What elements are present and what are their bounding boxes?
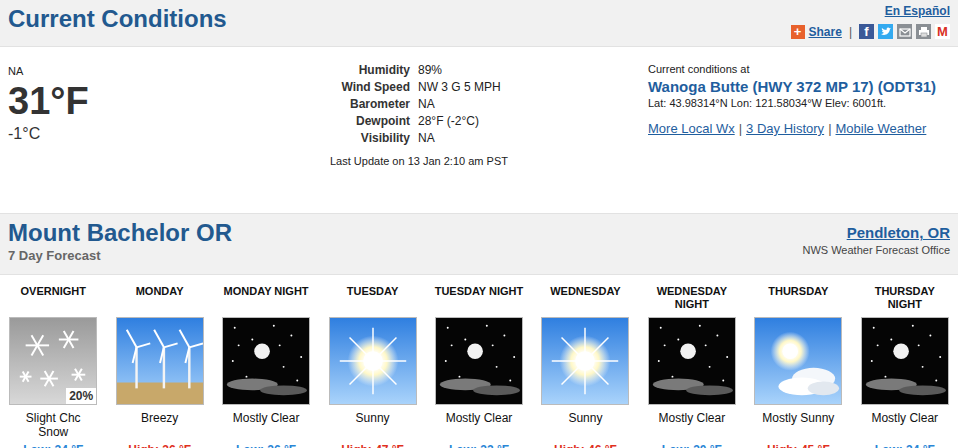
detail-label: Barometer	[330, 97, 410, 111]
period-temperature: High: 36 °F	[128, 443, 191, 448]
forecast-heading: Mount Bachelor OR7 Day Forecast	[8, 218, 232, 263]
period-name: MONDAY	[112, 285, 208, 313]
period-name: MONDAY NIGHT	[218, 285, 314, 313]
night-icon[interactable]	[222, 317, 310, 405]
office-link[interactable]: Pendleton, OR	[847, 224, 950, 241]
station-panel: Current conditions at Wanoga Butte (HWY 3…	[648, 61, 950, 213]
station-intro: Current conditions at	[648, 63, 950, 75]
night-icon[interactable]	[435, 317, 523, 405]
precip-chance-badge: 20%	[66, 388, 96, 404]
detail-value: 89%	[418, 63, 648, 77]
forecast-period: TUESDAY Sunny High: 47 °F	[319, 285, 425, 448]
detail-value: NA	[418, 97, 648, 111]
detail-label: Humidity	[330, 63, 410, 77]
night-icon[interactable]	[648, 317, 736, 405]
temperature-panel: NA 31°F -1°C	[8, 61, 330, 213]
sunny-icon[interactable]	[329, 317, 417, 405]
forecast-period: TUESDAY NIGHT Mostly Clear Low: 32 °F	[426, 285, 532, 448]
weather-page: Current Conditions En Español + Share | f M NA 3…	[0, 0, 958, 448]
forecast-period: THURSDAY Mostly Sunny High: 45 °F	[745, 285, 851, 448]
forecast-period: MONDAY NIGHT Mostly Clear Low: 26 °F	[213, 285, 319, 448]
detail-label: Visibility	[330, 131, 410, 145]
period-description: Mostly Sunny	[761, 411, 835, 441]
period-temperature: High: 46 °F	[554, 443, 617, 448]
period-temperature: High: 45 °F	[767, 443, 830, 448]
details-panel: Humidity 89% Wind Speed NW 3 G 5 MPH Baromet…	[330, 61, 648, 213]
period-description: Mostly Clear	[868, 411, 942, 441]
period-temperature: Low: 34 °F	[875, 443, 935, 448]
language-link[interactable]: En Español	[885, 4, 950, 18]
detail-value: 28°F (-2°C)	[418, 114, 648, 128]
forecast-period: WEDNESDAY Sunny High: 46 °F	[532, 285, 638, 448]
period-description: Sunny	[336, 411, 410, 441]
link-separator: |	[828, 121, 831, 136]
forecast-period: WEDNESDAY NIGHT Mostly Clear Low: 30 °F	[639, 285, 745, 448]
period-description: Sunny	[548, 411, 622, 441]
period-temperature: Low: 24 °F	[23, 443, 83, 448]
period-name: THURSDAY NIGHT	[857, 285, 953, 313]
share-plus-icon[interactable]: +	[791, 25, 805, 39]
period-name: WEDNESDAY	[537, 285, 633, 313]
forecast-bar: Mount Bachelor OR7 Day Forecast Pendleton…	[0, 213, 958, 275]
sunny-icon[interactable]	[541, 317, 629, 405]
current-conditions: NA 31°F -1°C Humidity 89% Wind Speed NW 3 G 5 …	[0, 47, 958, 213]
station-nav-link[interactable]: Mobile Weather	[836, 121, 927, 136]
station-nav-link[interactable]: More Local Wx	[648, 121, 735, 136]
condition-text: NA	[8, 65, 330, 77]
period-temperature: Low: 26 °F	[236, 443, 296, 448]
snow-icon[interactable]: 20%	[9, 317, 97, 405]
forecast-periods: OVERNIGHT 20% Slight Chc Snow Low: 24 °F MON…	[0, 275, 958, 448]
twitter-icon[interactable]	[878, 24, 893, 39]
detail-label: Wind Speed	[330, 80, 410, 94]
period-description: Mostly Clear	[442, 411, 516, 441]
night-icon[interactable]	[861, 317, 949, 405]
forecast-period: OVERNIGHT 20% Slight Chc Snow Low: 24 °F	[0, 285, 106, 448]
station-nav-link[interactable]: 3 Day History	[746, 121, 824, 136]
location-title: Mount Bachelor OR	[8, 218, 232, 248]
forecast-period: MONDAY Breezy High: 36 °F	[106, 285, 212, 448]
last-update: Last Update on 13 Jan 2:10 am PST	[330, 155, 648, 167]
period-description: Breezy	[123, 411, 197, 441]
facebook-icon[interactable]: f	[859, 24, 874, 39]
office-label: NWS Weather Forecast Office	[802, 244, 950, 256]
detail-label: Dewpoint	[330, 114, 410, 128]
current-conditions-title: Current Conditions	[8, 4, 227, 34]
detail-value: NA	[418, 131, 648, 145]
station-link[interactable]: Wanoga Butte (HWY 372 MP 17) (ODT31)	[648, 78, 950, 95]
link-separator: |	[739, 121, 742, 136]
forecast-period: THURSDAY NIGHT Mostly Clear Low: 34 °F	[852, 285, 958, 448]
partly-icon[interactable]	[754, 317, 842, 405]
period-description: Mostly Clear	[229, 411, 303, 441]
forecast-office: Pendleton, OR NWS Weather Forecast Office	[802, 218, 950, 256]
share-row: + Share | f M	[791, 24, 950, 39]
station-coords: Lat: 43.98314°N Lon: 121.58034°W Elev: 6…	[648, 97, 950, 109]
wind-icon[interactable]	[116, 317, 204, 405]
period-name: THURSDAY	[750, 285, 846, 313]
current-conditions-bar: Current Conditions En Español + Share | f M	[0, 0, 958, 47]
share-separator: |	[849, 25, 852, 39]
gmail-icon[interactable]: M	[935, 24, 950, 39]
period-temperature: Low: 30 °F	[662, 443, 722, 448]
print-icon[interactable]	[916, 24, 931, 39]
station-links: More Local Wx | 3 Day History | Mobile Weath…	[648, 121, 950, 136]
temperature-c: -1°C	[8, 125, 330, 143]
details-table: Humidity 89% Wind Speed NW 3 G 5 MPH Baromet…	[330, 63, 648, 145]
period-temperature: High: 47 °F	[341, 443, 404, 448]
forecast-subtitle: 7 Day Forecast	[8, 248, 232, 263]
detail-value: NW 3 G 5 MPH	[418, 80, 648, 94]
period-temperature: Low: 32 °F	[449, 443, 509, 448]
period-name: TUESDAY	[325, 285, 421, 313]
period-name: OVERNIGHT	[5, 285, 101, 313]
email-icon[interactable]	[897, 24, 912, 39]
share-link[interactable]: Share	[809, 25, 842, 39]
period-name: TUESDAY NIGHT	[431, 285, 527, 313]
period-description: Slight Chc Snow	[16, 411, 90, 441]
temperature-f: 31°F	[8, 79, 330, 123]
period-name: WEDNESDAY NIGHT	[644, 285, 740, 313]
header-tools: En Español + Share | f M	[791, 4, 950, 39]
period-description: Mostly Clear	[655, 411, 729, 441]
